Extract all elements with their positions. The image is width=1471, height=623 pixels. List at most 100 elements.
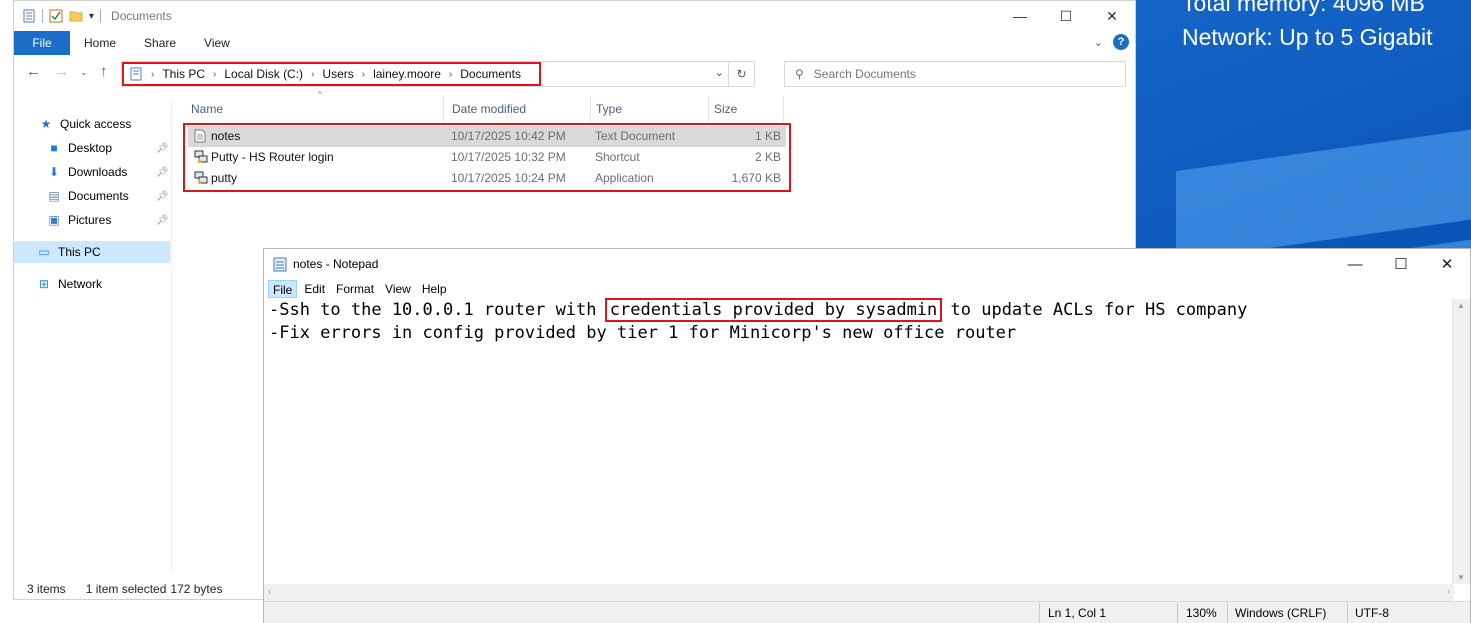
file-name: Putty - HS Router login xyxy=(211,150,334,164)
forward-arrow-icon[interactable]: → xyxy=(54,63,69,80)
nav-network[interactable]: ⊞ Network xyxy=(36,273,102,295)
nav-documents[interactable]: ▤ Documents 📌︎ xyxy=(46,185,172,207)
new-folder-icon[interactable] xyxy=(69,9,83,23)
scroll-down-icon[interactable]: ▼ xyxy=(1457,573,1465,582)
nav-this-pc[interactable]: ▭ This PC xyxy=(14,241,170,263)
column-date-modified[interactable]: Date modified xyxy=(447,96,591,122)
menu-edit[interactable]: Edit xyxy=(300,280,329,298)
breadcrumb-separator-icon[interactable]: › xyxy=(213,69,216,80)
search-input[interactable] xyxy=(813,67,1094,81)
tab-view[interactable]: View xyxy=(190,31,244,55)
scroll-right-icon[interactable]: › xyxy=(1447,586,1450,596)
breadcrumb-users[interactable]: Users xyxy=(322,67,353,81)
properties-icon[interactable] xyxy=(22,9,36,23)
breadcrumb-separator-icon[interactable]: › xyxy=(362,69,365,80)
column-type[interactable]: Type xyxy=(591,96,709,122)
breadcrumb-documents[interactable]: Documents xyxy=(460,67,521,81)
menu-help[interactable]: Help xyxy=(418,280,451,298)
scroll-up-icon[interactable]: ▲ xyxy=(1457,301,1465,310)
back-arrow-icon[interactable]: ← xyxy=(26,63,41,80)
breadcrumb: › This PC › Local Disk (C:) › Users › la… xyxy=(122,62,541,86)
navigation-row: ← → ⌄ ↑ › This PC › Local Disk (C:) › Us… xyxy=(14,57,1135,93)
column-name[interactable]: Name xyxy=(186,96,444,122)
column-size[interactable]: Size xyxy=(709,96,784,122)
search-box[interactable]: ⚲ xyxy=(784,61,1126,87)
notepad-text-area[interactable]: -Ssh to the 10.0.0.1 router with credent… xyxy=(264,298,1452,584)
download-icon: ⬇ xyxy=(48,165,60,179)
notepad-window: notes - Notepad — ☐ ✕ File Edit Format V… xyxy=(263,248,1471,623)
memory-info: Total memory: 4096 MB xyxy=(1182,0,1425,16)
pin-icon[interactable]: 📌︎ xyxy=(156,167,169,178)
nav-quick-access[interactable]: ★ Quick access xyxy=(38,113,132,135)
scroll-left-icon[interactable]: ‹ xyxy=(268,586,271,596)
text-segment: to update ACLs for HS company xyxy=(940,300,1248,320)
breadcrumb-user-folder[interactable]: lainey.moore xyxy=(373,67,441,81)
tab-share[interactable]: Share xyxy=(130,31,190,55)
nav-pictures[interactable]: ▣ Pictures 📌︎ xyxy=(46,209,172,231)
file-type: Shortcut xyxy=(595,150,640,164)
refresh-icon[interactable]: ↻ xyxy=(728,62,754,86)
minimize-button[interactable]: — xyxy=(1332,249,1378,279)
notepad-title: notes - Notepad xyxy=(293,257,379,271)
recent-locations-icon[interactable]: ⌄ xyxy=(80,67,88,78)
file-size: 1,670 KB xyxy=(731,171,781,185)
address-bar[interactable]: › This PC › Local Disk (C:) › Users › la… xyxy=(121,61,755,87)
pin-icon[interactable]: 📌︎ xyxy=(156,191,169,202)
nav-label: Desktop xyxy=(68,141,113,155)
nav-desktop[interactable]: ■ Desktop 📌︎ xyxy=(46,137,172,159)
search-icon: ⚲ xyxy=(795,67,804,81)
maximize-button[interactable]: ☐ xyxy=(1043,1,1089,31)
menu-format[interactable]: Format xyxy=(332,280,378,298)
menu-view[interactable]: View xyxy=(381,280,415,298)
pin-icon[interactable]: 📌︎ xyxy=(156,215,169,226)
highlighted-text: credentials provided by sysadmin xyxy=(604,298,943,322)
minimize-button[interactable]: — xyxy=(997,1,1043,31)
breadcrumb-separator-icon[interactable]: › xyxy=(449,69,452,80)
tab-file[interactable]: File xyxy=(14,31,70,55)
star-icon: ★ xyxy=(40,117,52,131)
status-divider xyxy=(1347,603,1348,623)
pin-icon[interactable]: 📌︎ xyxy=(156,143,169,154)
nav-label: Network xyxy=(58,277,103,291)
file-type: Text Document xyxy=(595,129,676,143)
title-divider xyxy=(100,9,102,23)
breadcrumb-local-disk[interactable]: Local Disk (C:) xyxy=(224,67,303,81)
nav-downloads[interactable]: ⬇ Downloads 📌︎ xyxy=(46,161,172,183)
breadcrumb-this-pc[interactable]: This PC xyxy=(162,67,205,81)
explorer-title-bar: ▾ Documents — ☐ ✕ xyxy=(14,1,1135,31)
notepad-menu-bar: File Edit Format View Help xyxy=(268,279,454,299)
maximize-button[interactable]: ☐ xyxy=(1378,249,1424,279)
network-info: Network: Up to 5 Gigabit xyxy=(1182,24,1433,50)
breadcrumb-separator-icon[interactable]: › xyxy=(151,69,154,80)
nav-label: Downloads xyxy=(68,165,128,179)
navigation-pane: ★ Quick access ■ Desktop 📌︎ ⬇ Downloads … xyxy=(14,101,172,571)
highlighted-files: notes 10/17/2025 10:42 PM Text Document … xyxy=(183,123,791,192)
status-zoom: 130% xyxy=(1186,606,1217,620)
breadcrumb-separator-icon[interactable]: › xyxy=(311,69,314,80)
text-line-2: -Fix errors in config provided by tier 1… xyxy=(269,323,1017,343)
file-row-notes[interactable]: notes 10/17/2025 10:42 PM Text Document … xyxy=(188,126,786,147)
status-size: 172 bytes xyxy=(170,582,223,596)
customize-toolbar-icon[interactable]: ▾ xyxy=(89,11,94,22)
file-row-putty-shortcut[interactable]: Putty - HS Router login 10/17/2025 10:32… xyxy=(188,147,786,168)
desktop-icon: ■ xyxy=(50,141,58,155)
up-arrow-icon[interactable]: ↑ xyxy=(100,63,108,80)
menu-file[interactable]: File xyxy=(268,280,298,298)
address-dropdown-icon[interactable]: ⌄ xyxy=(715,66,724,79)
horizontal-scrollbar[interactable]: ‹ › xyxy=(264,584,1454,601)
notepad-title-bar: notes - Notepad — ☐ ✕ xyxy=(264,249,1470,279)
expand-ribbon-icon[interactable]: ⌄ xyxy=(1094,36,1103,49)
title-divider xyxy=(42,9,43,23)
vertical-scrollbar[interactable]: ▲ ▼ xyxy=(1452,299,1470,584)
checklist-icon[interactable] xyxy=(49,9,63,23)
computer-icon: ▭ xyxy=(38,245,50,259)
tab-home[interactable]: Home xyxy=(70,31,130,55)
close-button[interactable]: ✕ xyxy=(1424,249,1470,279)
windows-logo-pane xyxy=(1176,128,1471,262)
explorer-status-bar: 3 items 1 item selected 172 bytes xyxy=(14,579,222,599)
help-icon[interactable]: ? xyxy=(1113,34,1129,50)
status-line-ending: Windows (CRLF) xyxy=(1235,606,1327,620)
file-row-putty-app[interactable]: putty 10/17/2025 10:24 PM Application 1,… xyxy=(188,168,786,189)
status-divider xyxy=(1177,603,1178,623)
close-button[interactable]: ✕ xyxy=(1089,1,1135,31)
